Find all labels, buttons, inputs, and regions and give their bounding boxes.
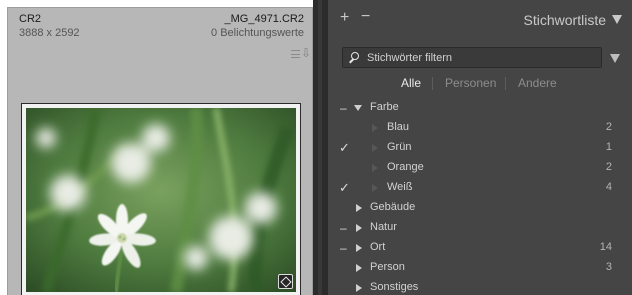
- keyword-list-panel: + − Stichwortliste Stichwörter filtern A…: [328, 0, 632, 295]
- keyword-in-use-indicator: –: [340, 101, 347, 115]
- file-format: CR2: [19, 13, 42, 25]
- keyword-count: 2: [605, 121, 612, 133]
- add-keyword-button[interactable]: +: [340, 10, 349, 26]
- keyword-name: Person: [370, 261, 405, 273]
- edit-badge-icon[interactable]: [278, 274, 293, 289]
- expand-right-icon: [372, 124, 378, 132]
- keyword-row[interactable]: Gebäude: [328, 198, 632, 218]
- panel-header: + − Stichwortliste: [328, 7, 632, 33]
- keyword-in-use-indicator: –: [340, 241, 347, 255]
- expand-right-icon: [372, 164, 378, 172]
- keyword-name: Farbe: [370, 101, 399, 113]
- keyword-row[interactable]: – Ort 14: [328, 238, 632, 258]
- expand-right-icon[interactable]: [356, 204, 362, 212]
- keyword-row[interactable]: – Farbe: [328, 98, 632, 118]
- keyword-name: Blau: [387, 121, 410, 133]
- tab-andere[interactable]: Andere: [518, 76, 557, 90]
- file-name: _MG_4971.CR2: [224, 13, 305, 25]
- tab-personen[interactable]: Personen: [445, 76, 496, 90]
- expand-right-icon[interactable]: [356, 264, 362, 272]
- keyword-name: Weiß: [387, 181, 413, 193]
- keyword-filter: Stichwörter filtern: [342, 47, 620, 68]
- keyword-in-use-indicator: –: [340, 221, 347, 235]
- keyword-name: Sonstiges: [370, 281, 419, 293]
- keyword-name: Orange: [387, 161, 424, 173]
- thumbnail-frame[interactable]: [21, 103, 301, 295]
- keyword-row[interactable]: ✓ Grün 1: [328, 138, 632, 158]
- expand-right-icon[interactable]: [356, 284, 362, 292]
- expand-down-icon[interactable]: [354, 105, 362, 111]
- keyword-count: 14: [599, 241, 612, 253]
- keyword-name: Gebäude: [370, 201, 416, 213]
- remove-keyword-button[interactable]: −: [361, 9, 370, 25]
- keyword-row[interactable]: Blau 2: [328, 118, 632, 138]
- grid-cell[interactable]: CR2 3888 x 2592 _MG_4971.CR2 0 Belichtun…: [7, 7, 313, 295]
- keyword-count: 1: [605, 141, 612, 153]
- tab-alle[interactable]: Alle: [401, 76, 421, 90]
- search-icon: [349, 52, 361, 64]
- keyword-filter-input[interactable]: Stichwörter filtern: [342, 47, 602, 68]
- expand-right-icon: [372, 144, 378, 152]
- filter-placeholder: Stichwörter filtern: [367, 52, 452, 64]
- stack-menu-icon[interactable]: ⇩: [291, 46, 311, 62]
- tab-separator: [432, 77, 433, 90]
- keyword-count: 3: [605, 261, 612, 273]
- checkmark-icon[interactable]: ✓: [339, 140, 350, 156]
- photo-image: [26, 108, 296, 292]
- keyword-name: Grün: [387, 141, 412, 153]
- keyword-name: Natur: [370, 221, 397, 233]
- collapse-panel-icon[interactable]: [612, 15, 622, 24]
- keyword-count: 2: [605, 161, 612, 173]
- keyword-row[interactable]: Person 3: [328, 258, 632, 278]
- panel-divider[interactable]: [313, 0, 328, 295]
- photo-thumbnail[interactable]: [26, 108, 296, 292]
- expand-right-icon[interactable]: [356, 224, 362, 232]
- filter-dropdown-icon[interactable]: [610, 54, 620, 63]
- keyword-row[interactable]: Sonstiges: [328, 278, 632, 295]
- expand-right-icon: [372, 184, 378, 192]
- keyword-tabs: Alle Personen Andere: [328, 74, 632, 92]
- image-dimensions: 3888 x 2592: [19, 27, 80, 39]
- panel-title[interactable]: Stichwortliste: [524, 12, 606, 28]
- keyword-row[interactable]: Orange 2: [328, 158, 632, 178]
- keyword-count: 4: [605, 181, 612, 193]
- tab-separator: [505, 77, 506, 90]
- expand-right-icon[interactable]: [356, 244, 362, 252]
- exposure-bracket: 0 Belichtungswerte: [211, 27, 304, 39]
- keyword-row[interactable]: ✓ Weiß 4: [328, 178, 632, 198]
- keyword-row[interactable]: – Natur: [328, 218, 632, 238]
- checkmark-icon[interactable]: ✓: [339, 180, 350, 196]
- keyword-name: Ort: [370, 241, 386, 253]
